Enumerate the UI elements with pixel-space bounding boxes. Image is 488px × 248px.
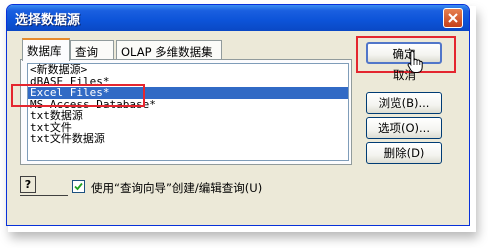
use-query-wizard-label[interactable]: 使用“查询向导”创建/编辑查询(U) bbox=[91, 180, 262, 196]
close-button[interactable] bbox=[443, 8, 463, 28]
excel-files-highlight-annotation bbox=[11, 84, 145, 107]
tab-query-label: 查询 bbox=[75, 45, 98, 59]
use-query-wizard-checkbox[interactable] bbox=[72, 180, 85, 193]
delete-button-label: 删除(D) bbox=[383, 146, 425, 160]
close-icon bbox=[448, 13, 458, 23]
window-title: 选择数据源 bbox=[15, 13, 81, 28]
help-button[interactable]: ? bbox=[20, 176, 36, 193]
tab-olap-cubes-label: OLAP 多维数据集 bbox=[121, 45, 213, 59]
help-separator-line bbox=[20, 195, 68, 196]
browse-button[interactable]: 浏览(B)... bbox=[366, 92, 442, 114]
tab-database[interactable]: 数据库 bbox=[22, 38, 70, 61]
data-source-item[interactable]: txt文件数据源 bbox=[28, 133, 348, 145]
data-source-item[interactable]: txt数据源 bbox=[28, 110, 348, 122]
checkmark-icon bbox=[74, 182, 83, 191]
options-button-label: 选项(O)... bbox=[378, 121, 430, 135]
title-bar[interactable]: 选择数据源 bbox=[7, 5, 469, 31]
help-icon: ? bbox=[24, 178, 32, 191]
hand-pointer-cursor-icon bbox=[407, 50, 423, 73]
tab-olap-cubes[interactable]: OLAP 多维数据集 bbox=[116, 40, 222, 60]
delete-button[interactable]: 删除(D) bbox=[366, 142, 442, 164]
tab-query[interactable]: 查询 bbox=[70, 40, 114, 60]
data-source-list[interactable]: <新数据源> dBASE Files* Excel Files* MS Access … bbox=[27, 63, 349, 161]
browse-button-label: 浏览(B)... bbox=[378, 96, 430, 110]
options-button[interactable]: 选项(O)... bbox=[366, 117, 442, 139]
data-source-item[interactable]: <新数据源> bbox=[28, 64, 348, 76]
tab-database-label: 数据库 bbox=[27, 44, 62, 58]
